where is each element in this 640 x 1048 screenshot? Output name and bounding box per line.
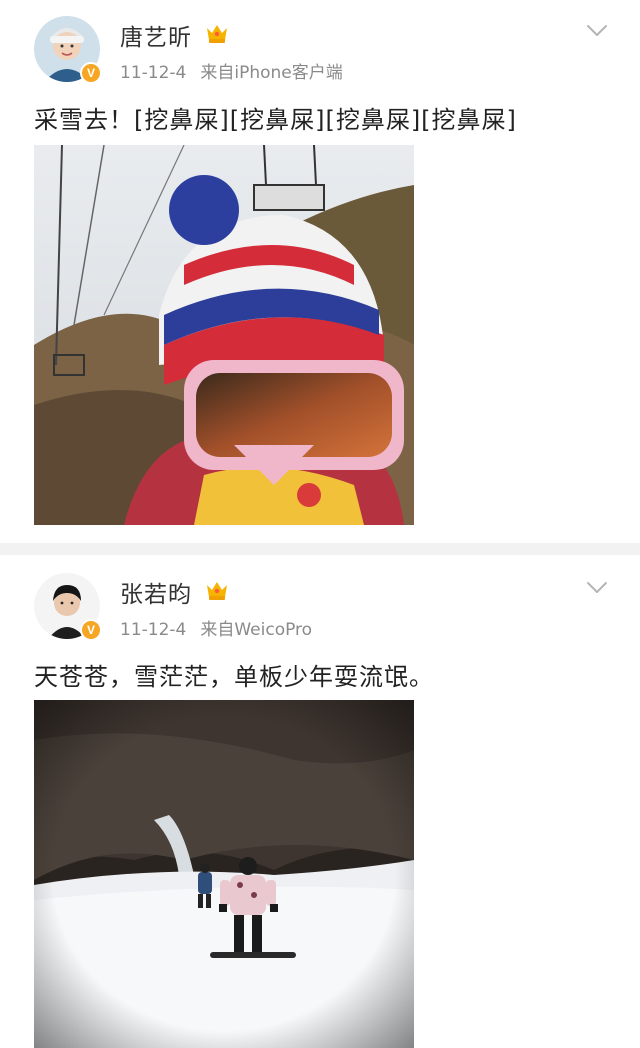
post-meta: 11-12-4 来自WeicoPro xyxy=(120,615,312,640)
post-card: V 唐艺昕 11-12-4 来自iPhone客户端 采雪去！[挖鼻屎][挖鼻屎][… xyxy=(0,0,640,543)
vip-crown-icon[interactable] xyxy=(205,579,229,601)
post-date: 11-12-4 xyxy=(120,63,187,83)
ski-selfie-image xyxy=(34,145,414,525)
post-source[interactable]: 来自iPhone客户端 xyxy=(200,63,342,83)
avatar-container[interactable]: V xyxy=(34,573,102,641)
vip-crown-icon[interactable] xyxy=(205,22,229,44)
verified-v-icon: V xyxy=(80,619,102,641)
weibo-feed: V 唐艺昕 11-12-4 来自iPhone客户端 采雪去！[挖鼻屎][挖鼻屎][… xyxy=(0,0,640,1048)
snowboarding-photo[interactable] xyxy=(34,700,414,1048)
snowboarding-image xyxy=(34,700,414,1048)
post-text: 天苍苍，雪茫茫，单板少年耍流氓。 xyxy=(34,663,434,691)
avatar-container[interactable]: V xyxy=(34,16,102,84)
ski-selfie-photo[interactable] xyxy=(34,145,414,525)
verified-v-icon: V xyxy=(80,62,102,84)
chevron-down-icon[interactable] xyxy=(586,24,608,38)
post-text: 采雪去！[挖鼻屎][挖鼻屎][挖鼻屎][挖鼻屎] xyxy=(34,106,517,134)
post-source[interactable]: 来自WeicoPro xyxy=(200,620,312,640)
post-meta: 11-12-4 来自iPhone客户端 xyxy=(120,58,343,83)
username[interactable]: 唐艺昕 xyxy=(120,18,192,52)
username[interactable]: 张若昀 xyxy=(120,575,192,609)
chevron-down-icon[interactable] xyxy=(586,581,608,595)
post-date: 11-12-4 xyxy=(120,620,187,640)
post-card: V 张若昀 11-12-4 来自WeicoPro 天苍苍，雪茫茫，单板少年耍流氓。 xyxy=(0,555,640,1048)
post-divider xyxy=(0,543,640,555)
